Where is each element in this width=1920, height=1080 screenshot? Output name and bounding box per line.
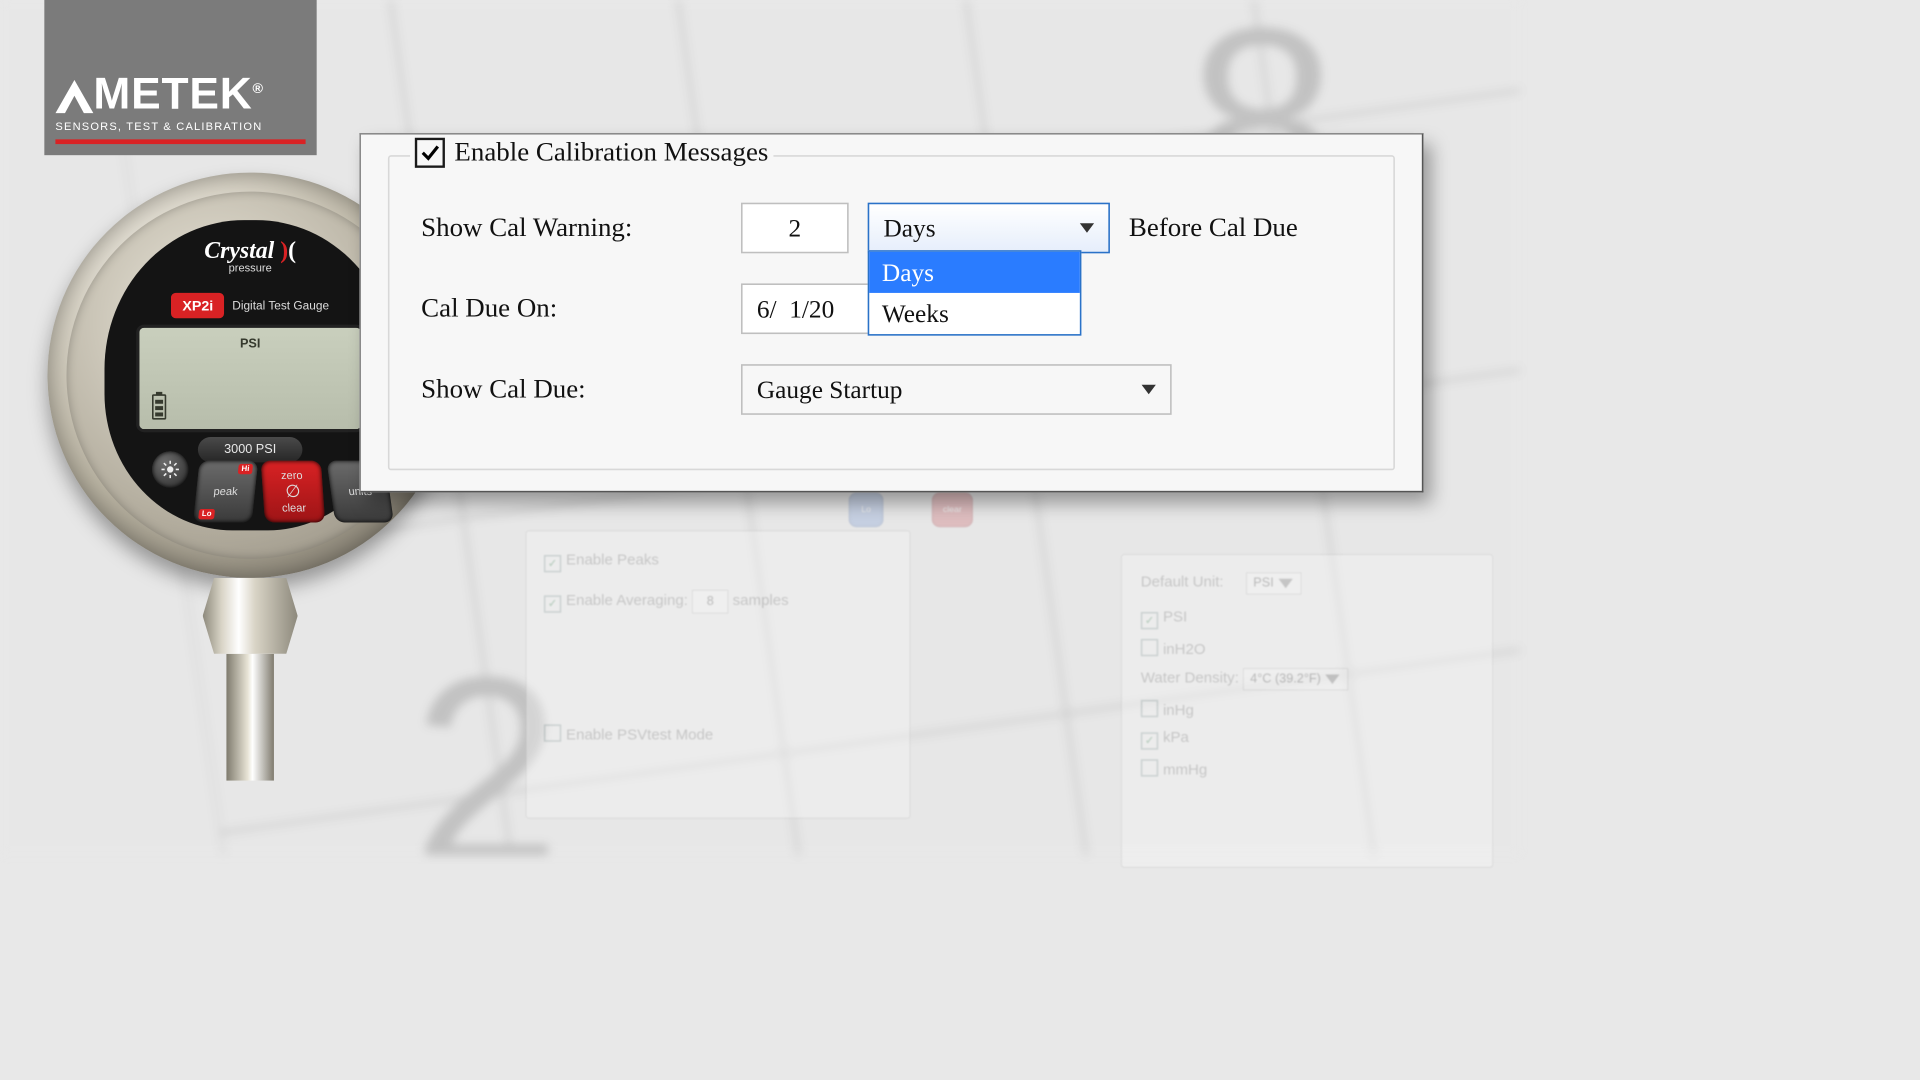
gauge-stem <box>219 568 282 766</box>
checkbox-icon <box>415 138 445 168</box>
interval-option-days[interactable]: Days <box>869 252 1080 293</box>
sun-icon <box>161 460 180 479</box>
unit-option-mmhg: mmHg <box>1141 759 1474 779</box>
enable-peaks-option: Enable Peaks <box>544 552 892 573</box>
gauge-lcd: PSI <box>136 325 364 433</box>
show-cal-warning-label: Show Cal Warning: <box>421 213 722 243</box>
unit-option-kpa: kPa <box>1141 729 1474 750</box>
avg-samples-input <box>692 590 728 614</box>
select-value: Days <box>884 213 936 242</box>
gauge-brand: Crystal )( pressure <box>105 238 396 274</box>
brand-tagline: SENSORS, TEST & CALIBRATION <box>55 120 305 131</box>
mini-lo-button: Lo <box>849 492 884 527</box>
interval-option-weeks[interactable]: Weeks <box>869 293 1080 334</box>
null-icon: ∅ <box>285 481 302 502</box>
default-unit-select: PSI <box>1246 572 1301 594</box>
cal-due-on-label: Cal Due On: <box>421 294 722 324</box>
mini-clear-button: clear <box>932 492 973 527</box>
zero-clear-button: zero ∅ clear <box>261 461 325 523</box>
brand-badge: AMETEKMETEK® SENSORS, TEST & CALIBRATION <box>44 0 316 155</box>
unit-option-psi: PSI <box>1141 609 1474 630</box>
select-value: Gauge Startup <box>757 375 903 404</box>
battery-icon <box>152 394 166 419</box>
peak-button: Hi peak Lo <box>193 461 258 523</box>
chevron-down-icon <box>1080 223 1094 233</box>
enable-calibration-checkbox[interactable]: Enable Calibration Messages <box>410 138 773 168</box>
lcd-unit-label: PSI <box>240 337 260 351</box>
water-density-row: Water Density: 4°C (39.2°F) <box>1141 668 1474 690</box>
interval-dropdown-list: Days Weeks <box>868 250 1082 336</box>
show-cal-due-select[interactable]: Gauge Startup <box>741 364 1172 415</box>
gauge-model-desc: Digital Test Gauge <box>232 299 329 312</box>
cal-warning-interval-select[interactable]: Days Days Weeks <box>868 203 1110 254</box>
calibration-messages-panel: Enable Calibration Messages Show Cal War… <box>359 133 1423 492</box>
unit-option-inhg: inHg <box>1141 700 1474 720</box>
show-cal-due-label: Show Cal Due: <box>421 374 722 404</box>
enable-calibration-label: Enable Calibration Messages <box>454 138 768 168</box>
enable-averaging-option: Enable Averaging: samples <box>544 590 892 614</box>
gauge-range-pill: 3000 PSI <box>198 437 303 462</box>
backlight-button <box>152 451 188 487</box>
default-unit-row: Default Unit: PSI <box>1141 572 1474 594</box>
before-cal-due-label: Before Cal Due <box>1129 213 1298 243</box>
unit-option-inh2o: inH2O <box>1141 639 1474 659</box>
cal-warning-value-input[interactable] <box>741 203 849 254</box>
psvtest-option: Enable PSVtest Mode <box>544 724 892 744</box>
gauge-model-chip: XP2i <box>171 293 224 318</box>
chevron-down-icon <box>1142 385 1156 395</box>
